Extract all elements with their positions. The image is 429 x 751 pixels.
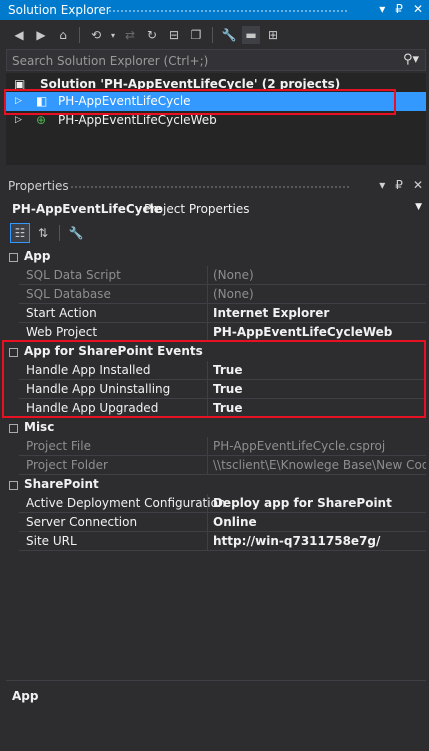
solution-explorer-title: Solution Explorer bbox=[8, 3, 111, 17]
description-pane: App bbox=[6, 680, 426, 746]
property-value: (None) bbox=[213, 287, 254, 301]
home-icon[interactable]: ⌂ bbox=[54, 26, 72, 44]
object-type: Project Properties bbox=[144, 202, 250, 216]
dropdown-icon[interactable]: ▾ bbox=[379, 2, 385, 16]
category-app[interactable]: App bbox=[6, 247, 426, 266]
search-box[interactable]: Search Solution Explorer (Ctrl+;) ⚲▾ bbox=[6, 49, 426, 71]
preview-selected-icon[interactable]: ▬ bbox=[242, 26, 260, 44]
property-value: \\tsclient\E\Knowlege Base\New Code\F bbox=[213, 458, 426, 472]
show-all-files-icon[interactable]: ❐ bbox=[187, 26, 205, 44]
solution-explorer-toolbar: ◀ ▶ ⌂ ⟲ ▾ ⇄ ↻ ⊟ ❐ 🔧 ▬ ⊞ bbox=[0, 22, 429, 48]
object-selector[interactable]: PH-AppEventLifeCycle Project Properties … bbox=[6, 199, 426, 219]
category-label: App bbox=[24, 249, 51, 263]
property-row[interactable]: Active Deployment Configuration Deploy ap… bbox=[6, 494, 426, 513]
property-key: Active Deployment Configuration bbox=[26, 496, 226, 510]
properties-toolbar: ☷ ⇅ 🔧 bbox=[0, 221, 429, 245]
collapse-icon[interactable] bbox=[9, 253, 18, 262]
wrench-icon[interactable]: 🔧 bbox=[220, 26, 238, 44]
pin-icon[interactable]: ₽ bbox=[395, 178, 403, 192]
highlight-box-events bbox=[2, 340, 426, 418]
category-label: Misc bbox=[24, 420, 55, 434]
chevron-down-icon[interactable]: ▼ bbox=[415, 202, 422, 212]
property-row[interactable]: SQL Data Script (None) bbox=[6, 266, 426, 285]
forward-icon[interactable]: ▶ bbox=[32, 26, 50, 44]
property-row[interactable]: Site URL http://win-q7311758e7g/ bbox=[6, 532, 426, 551]
titlebar-grip[interactable] bbox=[70, 185, 349, 189]
description-title: App bbox=[12, 689, 39, 703]
category-sharepoint[interactable]: SharePoint bbox=[6, 475, 426, 494]
property-key: SQL Data Script bbox=[26, 268, 121, 282]
category-label: SharePoint bbox=[24, 477, 99, 491]
property-value: PH-AppEventLifeCycle.csproj bbox=[213, 439, 386, 453]
back-icon[interactable]: ◀ bbox=[10, 26, 28, 44]
close-icon[interactable]: ✕ bbox=[413, 2, 423, 16]
property-row[interactable]: Server Connection Online bbox=[6, 513, 426, 532]
property-value[interactable]: Internet Explorer bbox=[213, 306, 329, 320]
titlebar-grip[interactable] bbox=[108, 9, 349, 13]
close-icon[interactable]: ✕ bbox=[413, 178, 423, 192]
property-value[interactable]: http://win-q7311758e7g/ bbox=[213, 534, 380, 548]
search-placeholder: Search Solution Explorer (Ctrl+;) bbox=[12, 54, 209, 68]
chevron-down-icon[interactable]: ▾ bbox=[109, 26, 117, 44]
class-diagram-icon[interactable]: ⊞ bbox=[264, 26, 282, 44]
property-row[interactable]: Project File PH-AppEventLifeCycle.csproj bbox=[6, 437, 426, 456]
solution-tree: ▣ Solution 'PH-AppEventLifeCycle' (2 pro… bbox=[6, 73, 426, 165]
search-icon[interactable]: ⚲▾ bbox=[403, 52, 419, 67]
solution-explorer-titlebar: Solution Explorer ▾ ₽ ✕ bbox=[0, 0, 429, 20]
properties-titlebar: Properties ▾ ₽ ✕ bbox=[0, 176, 429, 196]
tree-item-label: PH-AppEventLifeCycleWeb bbox=[58, 113, 217, 127]
collapse-all-icon[interactable]: ⊟ bbox=[165, 26, 183, 44]
alphabetical-icon[interactable]: ⇅ bbox=[34, 224, 52, 242]
property-value[interactable]: Online bbox=[213, 515, 257, 529]
dropdown-icon[interactable]: ▾ bbox=[379, 178, 385, 192]
property-value[interactable]: Deploy app for SharePoint bbox=[213, 496, 392, 510]
property-row[interactable]: Start Action Internet Explorer bbox=[6, 304, 426, 323]
property-key: SQL Database bbox=[26, 287, 111, 301]
properties-title: Properties bbox=[8, 179, 69, 193]
category-misc[interactable]: Misc bbox=[6, 418, 426, 437]
collapse-icon[interactable] bbox=[9, 481, 18, 490]
property-key: Site URL bbox=[26, 534, 77, 548]
property-pages-icon[interactable]: 🔧 bbox=[67, 224, 85, 242]
property-key: Project File bbox=[26, 439, 91, 453]
pin-icon[interactable]: ₽ bbox=[395, 2, 403, 16]
sync-icon[interactable]: ⇄ bbox=[121, 26, 139, 44]
refresh-icon[interactable]: ↻ bbox=[143, 26, 161, 44]
property-key: Project Folder bbox=[26, 458, 108, 472]
property-row[interactable]: SQL Database (None) bbox=[6, 285, 426, 304]
property-key: Server Connection bbox=[26, 515, 138, 529]
web-project-icon: ⊕ bbox=[36, 113, 47, 127]
property-value[interactable]: PH-AppEventLifeCycleWeb bbox=[213, 325, 392, 339]
expand-arrow-icon[interactable]: ▷ bbox=[15, 115, 22, 125]
property-row[interactable]: Project Folder \\tsclient\E\Knowlege Base… bbox=[6, 456, 426, 475]
pending-changes-icon[interactable]: ⟲ bbox=[87, 26, 105, 44]
collapse-icon[interactable] bbox=[9, 424, 18, 433]
categorized-icon[interactable]: ☷ bbox=[10, 223, 30, 243]
highlight-box-project bbox=[4, 89, 396, 115]
toolbar-separator bbox=[79, 27, 80, 43]
toolbar-separator bbox=[59, 225, 60, 241]
property-key: Web Project bbox=[26, 325, 98, 339]
property-key: Start Action bbox=[26, 306, 97, 320]
toolbar-separator bbox=[212, 27, 213, 43]
property-value: (None) bbox=[213, 268, 254, 282]
object-name: PH-AppEventLifeCycle bbox=[12, 202, 162, 216]
